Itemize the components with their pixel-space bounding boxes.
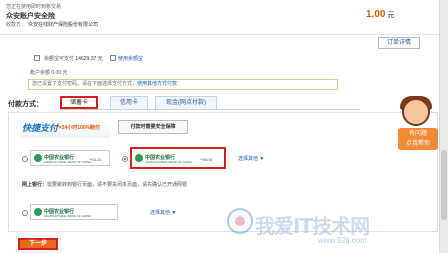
balance-label: 余额宝可支付 [44,56,75,62]
bank-name-en: AGRICULTURAL BANK OF CHINA [44,160,92,164]
chat-widget[interactable]: 有问题 点我帮你 [398,96,438,164]
watermark-url: www.52ij.com [318,236,367,245]
chat-line-1: 有问题 [408,131,427,137]
netbank-card[interactable]: 中国农业银行 AGRICULTURAL BANK OF CHINA [30,204,118,220]
watermark-text: 我爱IT技术网 [255,214,370,238]
balance-value: 14629.37 元 [75,56,103,62]
chevron-down-icon: ▼ [171,210,177,216]
bank-name-en: AGRICULTURAL BANK OF CHINA [44,214,92,218]
chat-button[interactable]: 有问题 点我帮你 [398,128,438,150]
netbank-text: 需要跳转到银行页面，请不要关闭本页面，请先确认已开通网银 [47,182,188,188]
security-badge: 付款时需要安全保障 [118,120,188,134]
payee: 收款方： 众安在线财产保险股份有限公司 [6,21,98,28]
choose-other-label: 选择其他 [238,156,259,162]
netbank-info: 网上银行：需要跳转到银行页面，请不要关闭本页面，请先确认已开通网银 [22,181,187,188]
password-notice: 您已设置了支付密码，请在下面选择支付方式，使用其他方式付款 [28,79,338,90]
abc-logo-icon [34,154,42,162]
choose-other-label: 选择其他 [150,210,171,216]
product-name: 众安账户安全险 [6,13,55,20]
tabs-divider [60,109,360,110]
notice-text: 您已设置了支付密码，请在下面选择支付方式， [32,81,138,87]
chevron-down-icon: ▼ [259,156,265,162]
choose-other-netbank-link[interactable]: 选择其他 ▼ [150,209,176,216]
amount-value: 1.00 [366,9,386,20]
avatar-icon [402,98,430,126]
vertical-scrollbar[interactable] [439,0,448,253]
balance-checkbox[interactable] [34,55,40,61]
card-radio-1[interactable] [22,156,28,162]
payment-method-label: 付款方式： [8,101,43,108]
order-amount: 1.00 元 [366,9,394,20]
payee-value: 众安在线财产保险股份有限公司 [28,22,99,28]
quick-pay-logo: 快捷支付 [22,123,59,133]
bank-card-2-selected[interactable]: 中国农业银行 AGRICULTURAL BANK OF CHINA **8678 [130,147,226,169]
next-button[interactable]: 下一步 [18,238,58,250]
choose-other-bank-link[interactable]: 选择其他 ▼ [238,155,264,162]
order-detail-button[interactable]: 订单详情 [378,37,420,49]
tab-debit-card[interactable]: 储蓄卡 [60,96,98,109]
order-header: 您正在使用即时到账交易 众安账户安全险 收款方： 众安在线财产保险股份有限公司 1… [0,0,439,35]
account-balance: 账户余额 0.00 元 [30,70,68,76]
payee-label: 收款方： [6,22,27,28]
watermark-logo-icon [227,208,253,234]
bank-card-1[interactable]: 中国农业银行 AGRICULTURAL BANK OF CHINA **0123 [30,150,110,166]
abc-logo-icon [135,154,143,162]
other-method-link[interactable]: 使用其他方式付款 [137,81,177,87]
netbank-label: 网上银行： [22,182,48,188]
quick-pay-slogan: 7×24小时100%赔付 [56,125,101,131]
balance-pay-checkbox[interactable] [110,55,116,61]
order-title: 您正在使用即时到账交易 [6,4,62,10]
card-radio-2[interactable] [122,156,128,162]
tab-credit-card[interactable]: 信用卡 [110,96,148,109]
use-balance-link[interactable]: 使用余额宝 [118,55,143,62]
netbank-radio[interactable] [22,210,28,216]
amount-unit: 元 [387,12,395,19]
scrollbar-thumb[interactable] [441,150,447,220]
card-tail: **0123 [89,157,102,162]
tab-cash[interactable]: 现金(网点付款) [155,96,217,109]
card-tail: **8678 [200,157,213,162]
payment-page: 您正在使用即时到账交易 众安账户安全险 收款方： 众安在线财产保险股份有限公司 1… [0,0,448,253]
balance-row: 余额宝可支付 14629.37 元 [44,55,103,62]
bank-name-en: AGRICULTURAL BANK OF CHINA [145,160,193,164]
chat-line-2: 点我帮你 [405,141,430,147]
abc-logo-icon [34,208,42,216]
